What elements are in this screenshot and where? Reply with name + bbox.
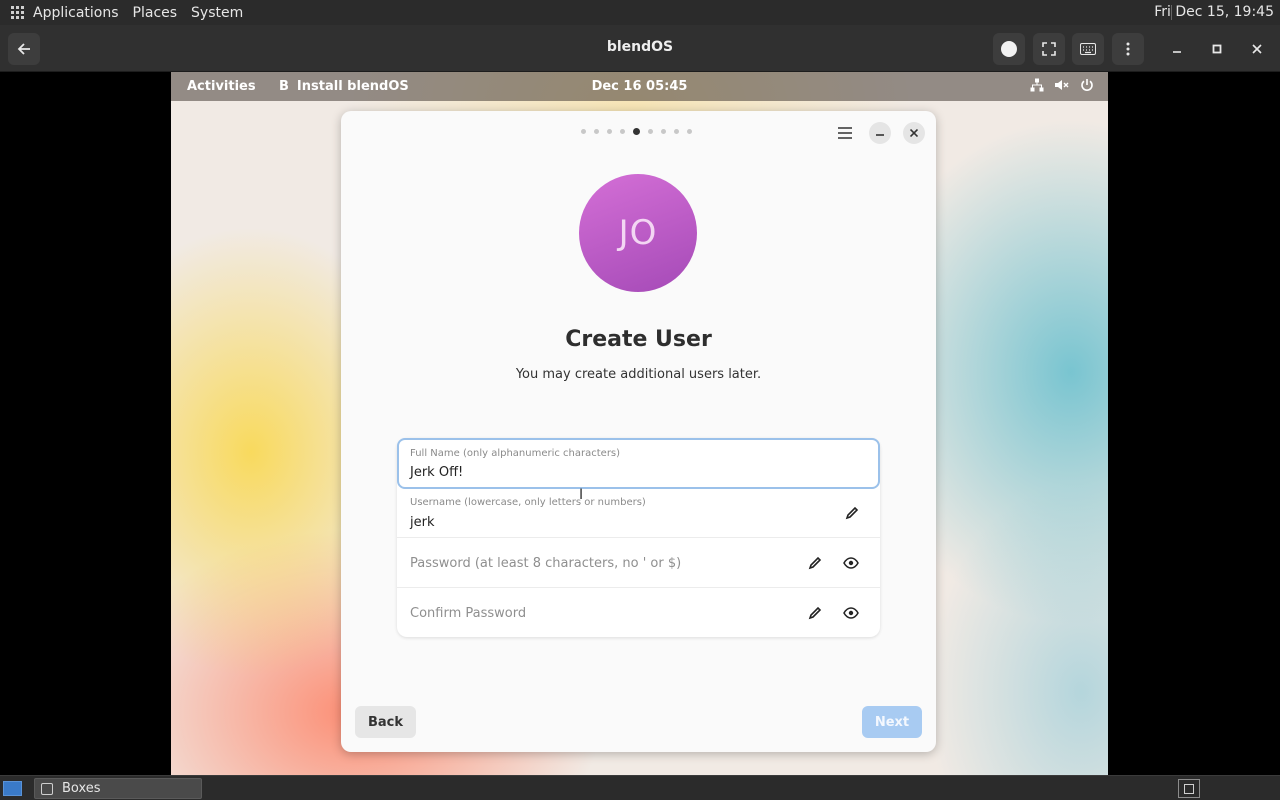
record-button[interactable]: [993, 33, 1025, 65]
text-cursor-icon: I: [579, 487, 584, 503]
full-name-field[interactable]: Full Name (only alphanumeric characters)…: [397, 438, 880, 489]
maximize-button[interactable]: [1201, 33, 1233, 65]
host-top-panel: Applications Places System Fri Dec 15, 1…: [0, 0, 1280, 25]
hamburger-menu-icon: [838, 127, 852, 139]
dialog-menu-button[interactable]: [834, 122, 856, 144]
edit-pencil-icon[interactable]: [807, 555, 823, 571]
gnome-clock[interactable]: Dec 16 05:45: [171, 79, 1108, 94]
vm-display[interactable]: Activities B Install blendOS Dec 16 05:4…: [171, 72, 1108, 775]
boxes-app-icon: [41, 782, 53, 795]
minimize-icon: [1173, 51, 1181, 53]
keyboard-icon: [1080, 43, 1096, 55]
page-dot: [661, 129, 666, 134]
maximize-icon: [1212, 44, 1222, 54]
next-step-button[interactable]: Next: [862, 706, 922, 738]
close-button[interactable]: [1241, 33, 1273, 65]
host-taskbar: Boxes: [0, 775, 1280, 800]
dialog-minimize-button[interactable]: [869, 122, 891, 144]
close-icon: [910, 129, 918, 137]
menu-places[interactable]: Places: [133, 5, 178, 21]
more-options-button[interactable]: [1112, 33, 1144, 65]
edit-pencil-icon[interactable]: [844, 505, 860, 521]
show-desktop-icon[interactable]: [3, 781, 22, 796]
minimize-icon: [876, 134, 884, 136]
more-vertical-icon: [1126, 42, 1130, 56]
taskbar-task-boxes[interactable]: Boxes: [34, 778, 202, 799]
username-field[interactable]: Username (lowercase, only letters or num…: [397, 488, 880, 538]
taskbar-task-label: Boxes: [62, 781, 101, 796]
username-value: jerk: [410, 515, 435, 530]
page-dot-active: [633, 128, 640, 135]
page-dot: [581, 129, 586, 134]
show-password-eye-icon[interactable]: [843, 555, 859, 571]
back-step-button[interactable]: Back: [355, 706, 416, 738]
page-dot: [687, 129, 692, 134]
keyboard-button[interactable]: [1072, 33, 1104, 65]
workspace-switcher-icon[interactable]: [1178, 779, 1200, 798]
page-dot: [594, 129, 599, 134]
confirm-password-placeholder: Confirm Password: [410, 606, 527, 621]
page-subtitle: You may create additional users later.: [515, 367, 762, 382]
edit-pencil-icon[interactable]: [807, 605, 823, 621]
create-user-dialog: JO Create User You may create additional…: [341, 111, 936, 752]
password-placeholder: Password (at least 8 characters, no ' or…: [410, 556, 682, 571]
power-icon: [1081, 79, 1093, 91]
confirm-password-field[interactable]: Confirm Password: [397, 588, 880, 638]
password-field[interactable]: Password (at least 8 characters, no ' or…: [397, 538, 880, 588]
menu-system[interactable]: System: [191, 5, 243, 21]
username-label: Username (lowercase, only letters or num…: [410, 497, 646, 508]
full-name-label: Full Name (only alphanumeric characters): [410, 448, 621, 459]
fullscreen-button[interactable]: [1033, 33, 1065, 65]
dialog-close-button[interactable]: [903, 122, 925, 144]
network-icon: [1030, 78, 1044, 92]
system-tray[interactable]: [1030, 78, 1094, 92]
page-dot: [607, 129, 612, 134]
record-icon: [1001, 41, 1017, 57]
user-form: Full Name (only alphanumeric characters)…: [397, 438, 880, 637]
menu-applications[interactable]: Applications: [33, 5, 119, 21]
fullscreen-icon: [1042, 42, 1056, 56]
minimize-button[interactable]: [1161, 33, 1193, 65]
page-title: Create User: [565, 327, 712, 352]
page-dot: [648, 129, 653, 134]
user-avatar[interactable]: JO: [579, 174, 697, 292]
volume-muted-icon: [1055, 80, 1069, 90]
gnome-top-bar: Activities B Install blendOS Dec 16 05:4…: [171, 72, 1108, 101]
page-dot: [620, 129, 625, 134]
host-clock[interactable]: Fri Dec 15, 19:45: [1154, 4, 1274, 20]
full-name-value: Jerk Off!: [410, 465, 464, 480]
page-dot: [674, 129, 679, 134]
page-indicator: [581, 128, 692, 135]
boxes-header-bar: blendOS: [0, 25, 1280, 72]
apps-grid-icon[interactable]: [11, 5, 25, 20]
show-password-eye-icon[interactable]: [843, 605, 859, 621]
close-icon: [1252, 44, 1262, 54]
